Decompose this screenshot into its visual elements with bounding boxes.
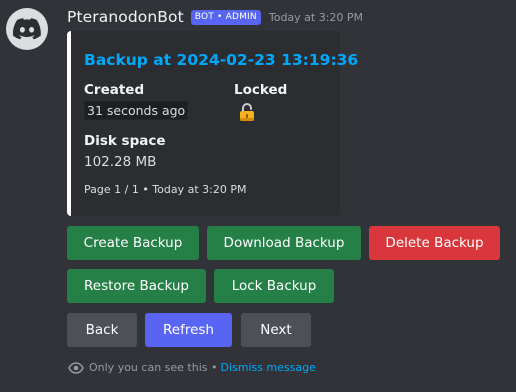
created-code: 31 seconds ago — [84, 101, 189, 120]
ephemeral-note: Only you can see this • Dismiss message — [68, 361, 316, 374]
field-disk-space-value: 102.28 MB — [84, 154, 157, 170]
field-created-value: 31 seconds ago — [84, 101, 189, 120]
refresh-button[interactable]: Refresh — [145, 313, 232, 347]
restore-backup-button[interactable]: Restore Backup — [67, 269, 206, 303]
backup-embed: Backup at 2024-02-23 13:19:36 Created 31… — [67, 31, 358, 216]
back-button[interactable]: Back — [67, 313, 137, 347]
bot-tag: BOT • ADMIN — [190, 9, 261, 25]
discord-logo-icon — [13, 18, 41, 40]
unlocked-padlock-icon — [240, 103, 254, 121]
timestamp: Today at 3:20 PM — [268, 10, 364, 24]
lock-backup-button[interactable]: Lock Backup — [214, 269, 334, 303]
dismiss-message-link[interactable]: Dismiss message — [220, 361, 315, 374]
ephemeral-text: Only you can see this • — [89, 361, 218, 374]
create-backup-button[interactable]: Create Backup — [67, 226, 199, 260]
bot-message: PteranodonBot BOT • ADMIN Today at 3:20 … — [0, 0, 516, 392]
field-locked-name: Locked — [234, 82, 288, 98]
field-disk-space-name: Disk space — [84, 133, 166, 149]
embed-title: Backup at 2024-02-23 13:19:36 — [84, 51, 359, 69]
avatar[interactable] — [6, 8, 48, 50]
next-button[interactable]: Next — [241, 313, 311, 347]
delete-backup-button[interactable]: Delete Backup — [369, 226, 500, 260]
username[interactable]: PteranodonBot — [67, 8, 184, 26]
field-created-name: Created — [84, 82, 145, 98]
message-header: PteranodonBot BOT • ADMIN Today at 3:20 … — [67, 7, 363, 27]
embed-footer: Page 1 / 1 • Today at 3:20 PM — [84, 183, 247, 196]
eye-icon — [68, 361, 84, 374]
download-backup-button[interactable]: Download Backup — [207, 226, 361, 260]
